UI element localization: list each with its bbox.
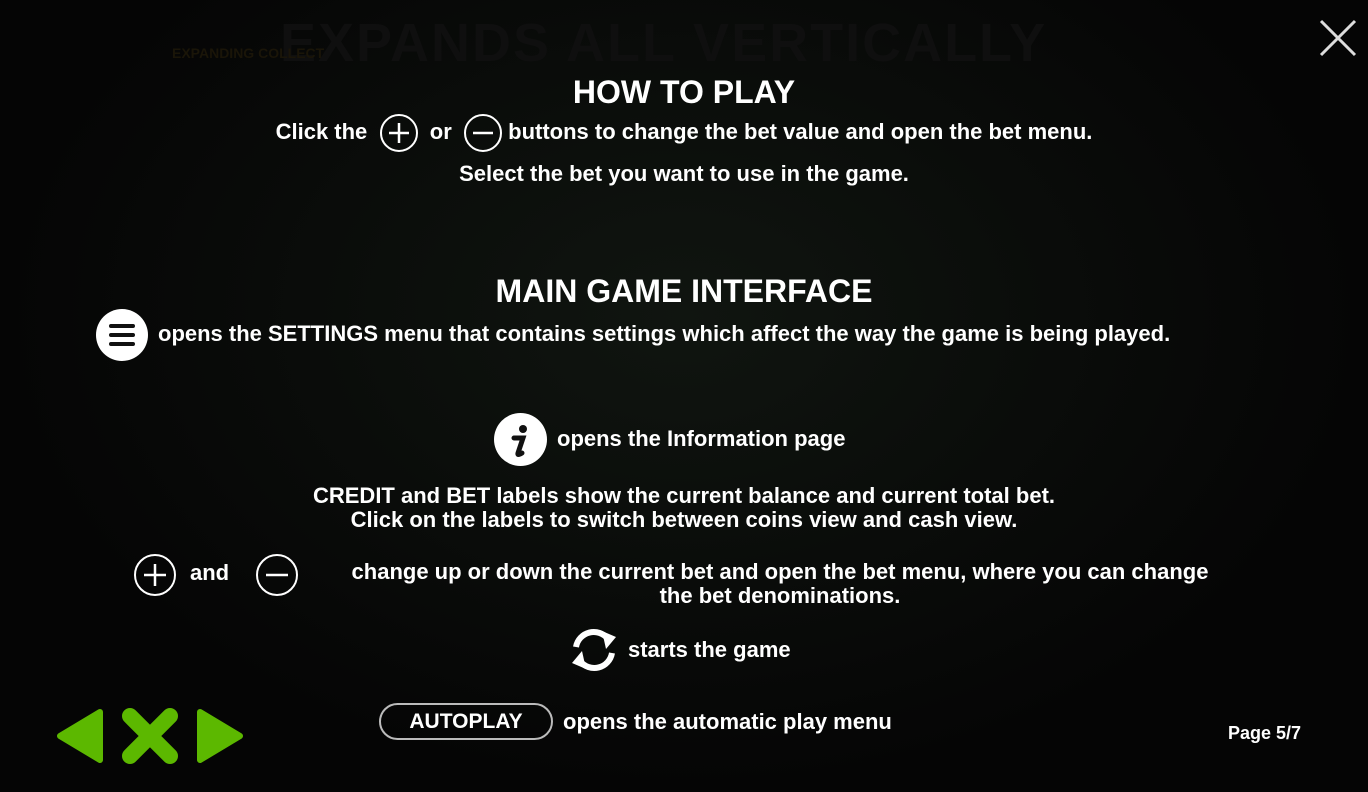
text: Click the xyxy=(275,118,368,144)
arrow-right-icon xyxy=(197,709,243,763)
credit-text: CREDIT and BET labels show the current b… xyxy=(0,484,1368,532)
info-text: opens the Information page xyxy=(557,426,846,451)
how-to-play-title: HOW TO PLAY xyxy=(572,74,796,110)
settings-text: opens the SETTINGS menu that contains se… xyxy=(158,321,1171,346)
page-indicator: Page 5/7 xyxy=(1228,723,1302,743)
x-icon xyxy=(122,708,178,764)
spin-text: starts the game xyxy=(628,637,791,662)
text: buttons to change the bet value and open… xyxy=(508,118,1093,144)
and-text: and xyxy=(190,560,230,585)
next-page-button[interactable] xyxy=(194,708,246,769)
autoplay-text: opens the automatic play menu xyxy=(563,709,892,734)
close-icon xyxy=(1319,19,1357,57)
close-button[interactable] xyxy=(1318,18,1358,63)
close-help-button[interactable] xyxy=(120,706,180,771)
background-badge: EXPANDING COLLECT xyxy=(172,45,325,61)
text: or xyxy=(429,118,452,144)
minus-icon xyxy=(256,554,298,596)
bet-text: change up or down the current bet and op… xyxy=(308,560,1252,608)
background-title: EXPANDS ALL VERTICALLY xyxy=(280,13,1048,73)
arrow-left-icon xyxy=(57,709,103,763)
credit-line2: Click on the labels to switch between co… xyxy=(350,507,1018,532)
info-icon xyxy=(494,413,547,466)
how-to-play-line2: Select the bet you want to use in the ga… xyxy=(459,161,909,186)
plus-icon xyxy=(379,114,418,152)
main-interface-title: MAIN GAME INTERFACE xyxy=(495,273,873,309)
bet-line2: the bet denominations. xyxy=(659,583,901,608)
how-to-play-line1: Click the or buttons to change the bet v… xyxy=(0,114,1368,152)
minus-icon xyxy=(464,114,502,152)
menu-icon xyxy=(96,309,148,361)
credit-line1: CREDIT and BET labels show the current b… xyxy=(312,483,1056,508)
autoplay-button: AUTOPLAY xyxy=(379,703,553,740)
bet-line1: change up or down the current bet and op… xyxy=(351,559,1209,584)
previous-page-button[interactable] xyxy=(54,708,106,769)
spin-icon xyxy=(566,625,622,680)
plus-icon xyxy=(134,554,176,596)
